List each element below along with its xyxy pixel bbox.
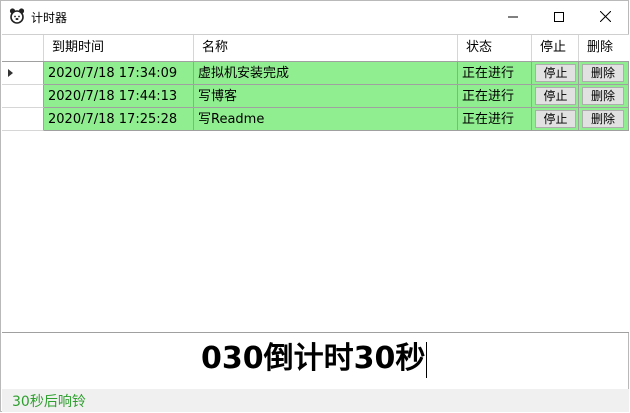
title-bar: 计时器 [1, 1, 628, 32]
status-cell[interactable]: 正在进行 [458, 108, 532, 131]
status-cell[interactable]: 正在进行 [458, 85, 532, 108]
row-header[interactable] [2, 62, 44, 85]
table-row[interactable]: 2020/7/18 17:44:13 写博客 正在进行 停止 删除 [2, 85, 629, 108]
maximize-button[interactable] [536, 1, 582, 32]
maximize-icon [554, 11, 564, 22]
row-header[interactable] [2, 85, 44, 108]
column-header-delete[interactable]: 删除 [579, 35, 629, 61]
delete-cell: 删除 [579, 85, 629, 108]
name-cell[interactable]: 写博客 [194, 85, 458, 108]
close-icon [599, 11, 611, 22]
minimize-button[interactable] [490, 1, 536, 32]
table-row[interactable]: 2020/7/18 17:25:28 写Readme 正在进行 停止 删除 [2, 108, 629, 131]
expire-cell[interactable]: 2020/7/18 17:44:13 [44, 85, 194, 108]
timer-command-text: 030倒计时30秒 [201, 341, 426, 376]
minimize-icon [508, 16, 518, 17]
timer-window: 计时器 到期时间 名称 状态 停止 删除 2020/7/18 17:34:09 … [0, 0, 629, 412]
timer-command-input[interactable]: 030倒计时30秒 [201, 339, 428, 379]
grid-header: 到期时间 名称 状态 停止 删除 [2, 35, 629, 62]
stop-cell: 停止 [532, 108, 579, 131]
alarm-clock-icon [9, 8, 25, 24]
status-text: 30秒后响铃 [12, 394, 86, 410]
current-row-arrow-icon [8, 69, 13, 77]
stop-cell: 停止 [532, 85, 579, 108]
column-header-status[interactable]: 状态 [458, 35, 532, 61]
text-caret [426, 341, 428, 378]
delete-button[interactable]: 删除 [582, 110, 624, 128]
stop-button[interactable]: 停止 [535, 64, 576, 82]
stop-cell: 停止 [532, 62, 579, 85]
table-row[interactable]: 2020/7/18 17:34:09 虚拟机安装完成 正在进行 停止 删除 [2, 62, 629, 85]
status-cell[interactable]: 正在进行 [458, 62, 532, 85]
delete-button[interactable]: 删除 [582, 64, 624, 82]
delete-cell: 删除 [579, 62, 629, 85]
delete-button[interactable]: 删除 [582, 87, 624, 105]
column-header-stop[interactable]: 停止 [532, 35, 579, 61]
stop-button[interactable]: 停止 [535, 87, 576, 105]
row-header[interactable] [2, 108, 44, 131]
expire-cell[interactable]: 2020/7/18 17:34:09 [44, 62, 194, 85]
timer-grid: 到期时间 名称 状态 停止 删除 2020/7/18 17:34:09 虚拟机安… [2, 34, 629, 333]
stop-button[interactable]: 停止 [535, 110, 576, 128]
column-header-expire[interactable]: 到期时间 [44, 35, 194, 61]
expire-cell[interactable]: 2020/7/18 17:25:28 [44, 108, 194, 131]
delete-cell: 删除 [579, 108, 629, 131]
close-button[interactable] [582, 1, 628, 32]
row-header-corner [2, 35, 44, 61]
name-cell[interactable]: 虚拟机安装完成 [194, 62, 458, 85]
status-bar: 30秒后响铃 [2, 389, 629, 412]
name-cell[interactable]: 写Readme [194, 108, 458, 131]
column-header-name[interactable]: 名称 [194, 35, 458, 61]
window-title: 计时器 [31, 11, 68, 25]
